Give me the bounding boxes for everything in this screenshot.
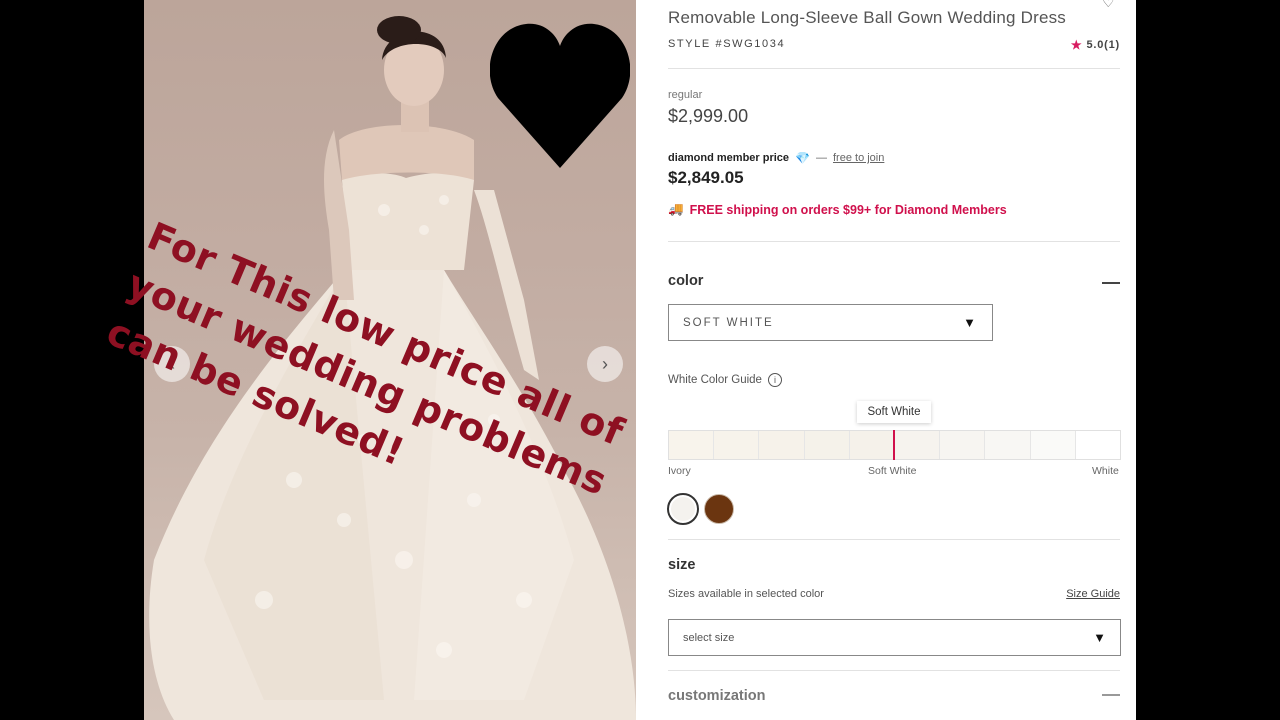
white-color-guide-label: White Color Guide — [668, 374, 762, 386]
divider — [668, 68, 1120, 69]
color-scale-segment[interactable] — [714, 431, 760, 459]
caret-down-icon: ▼ — [963, 315, 978, 330]
color-section-title: color — [668, 273, 704, 289]
next-image-button[interactable]: › — [587, 346, 623, 382]
color-scale-segment[interactable] — [669, 431, 715, 459]
size-select-placeholder: select size — [683, 631, 735, 644]
color-scale-segment[interactable] — [804, 431, 850, 459]
divider — [668, 670, 1120, 671]
heart-icon — [490, 23, 630, 168]
style-row: STYLE #SWG1034 ★ 5.0(1) — [668, 38, 1120, 52]
info-icon[interactable]: i — [767, 373, 782, 387]
scale-label-white: White — [1092, 465, 1119, 477]
divider — [668, 241, 1120, 242]
color-scale-segment[interactable] — [895, 431, 941, 459]
color-scale-segment[interactable] — [759, 431, 805, 459]
size-select[interactable]: select size ▼ — [668, 619, 1121, 656]
shipping-note: 🚚 FREE shipping on orders $99+ for Diamo… — [668, 202, 1120, 217]
color-section-header[interactable]: color — [668, 273, 1120, 289]
rating-value: 5.0(1) — [1086, 39, 1120, 51]
star-icon: ★ — [1070, 38, 1083, 52]
member-price: $2,849.05 — [668, 168, 744, 187]
style-number: STYLE #SWG1034 — [668, 38, 786, 50]
product-details-panel: ♡ Removable Long-Sleeve Ball Gown Weddin… — [636, 0, 1136, 720]
color-scale-segment[interactable] — [985, 431, 1031, 459]
shipping-truck-icon: 🚚 — [668, 202, 684, 216]
shipping-text: FREE shipping on orders $99+ for Diamond… — [689, 202, 1007, 217]
scale-label-soft-white: Soft White — [868, 465, 917, 477]
free-to-join-link[interactable]: free to join — [833, 152, 884, 164]
color-scale-segment[interactable] — [940, 431, 986, 459]
caret-down-icon: ▼ — [1093, 630, 1106, 645]
regular-price-label: regular — [668, 89, 703, 101]
size-subtitle: Sizes available in selected color — [668, 588, 824, 600]
color-chip-brown[interactable] — [704, 494, 734, 524]
white-color-guide: White Color Guide i — [668, 373, 1120, 387]
color-tooltip: Soft White — [857, 401, 931, 423]
product-title: Removable Long-Sleeve Ball Gown Wedding … — [668, 8, 1066, 27]
color-select-value: SOFT WHITE — [683, 316, 774, 329]
diamond-icon: 💎 — [795, 151, 810, 165]
selected-color-marker — [893, 430, 895, 460]
collapse-icon[interactable] — [1102, 282, 1120, 284]
color-chip-soft-white[interactable] — [667, 493, 699, 525]
color-scale-segment[interactable] — [1030, 431, 1076, 459]
member-price-row: diamond member price 💎 — free to join — [668, 151, 1120, 165]
collapse-icon[interactable] — [1102, 694, 1120, 696]
member-price-label: diamond member price — [668, 152, 790, 164]
color-scale-segment[interactable] — [1075, 431, 1121, 459]
member-dash: — — [816, 152, 827, 164]
color-scale-segment[interactable] — [849, 431, 896, 459]
size-section-title: size — [668, 557, 696, 573]
customization-section-title[interactable]: customization — [668, 688, 1120, 704]
size-guide-link[interactable]: Size Guide — [1066, 588, 1120, 600]
color-select[interactable]: SOFT WHITE ▼ — [668, 304, 993, 341]
divider — [668, 539, 1120, 540]
regular-price: $2,999.00 — [668, 106, 749, 126]
rating[interactable]: ★ 5.0(1) — [1071, 38, 1120, 52]
scale-label-ivory: Ivory — [668, 465, 691, 477]
